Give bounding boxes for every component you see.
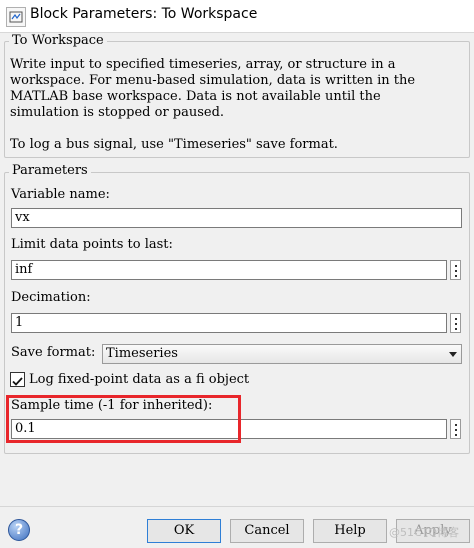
- decimation-label: Decimation:: [11, 290, 91, 305]
- decimation-more-button[interactable]: [450, 313, 461, 333]
- checkmark-icon: [12, 377, 23, 386]
- save-format-select[interactable]: Timeseries: [102, 344, 462, 364]
- block-description-text: Write input to specified timeseries, arr…: [10, 57, 416, 152]
- variable-name-label: Variable name:: [11, 187, 110, 202]
- ok-button[interactable]: OK: [147, 519, 221, 543]
- variable-name-input[interactable]: vx: [11, 208, 462, 228]
- save-format-label: Save format:: [11, 345, 96, 360]
- sample-time-more-button[interactable]: [450, 419, 461, 439]
- save-format-value: Timeseries: [106, 346, 178, 361]
- log-fixed-point-checkbox[interactable]: [10, 372, 25, 387]
- simulink-block-icon: [6, 7, 26, 27]
- window-title: Block Parameters: To Workspace: [30, 6, 258, 22]
- button-bar-divider: [0, 506, 474, 507]
- cancel-button[interactable]: Cancel: [230, 519, 304, 543]
- decimation-input[interactable]: 1: [11, 313, 447, 333]
- log-fixed-point-label: Log fixed-point data as a fi object: [29, 372, 250, 387]
- block-name-heading: To Workspace: [9, 33, 107, 49]
- limit-data-points-more-button[interactable]: [450, 260, 461, 280]
- title-bar[interactable]: Block Parameters: To Workspace: [0, 0, 474, 33]
- help-question-icon[interactable]: ?: [8, 519, 30, 541]
- parameters-heading: Parameters: [9, 163, 91, 179]
- limit-data-points-label: Limit data points to last:: [11, 237, 173, 252]
- limit-data-points-input[interactable]: inf: [11, 260, 447, 280]
- sample-time-highlight-box: [6, 395, 241, 443]
- chevron-down-icon: [449, 352, 457, 357]
- help-button[interactable]: Help: [313, 519, 387, 543]
- watermark-text: @51CTO博客: [389, 526, 460, 539]
